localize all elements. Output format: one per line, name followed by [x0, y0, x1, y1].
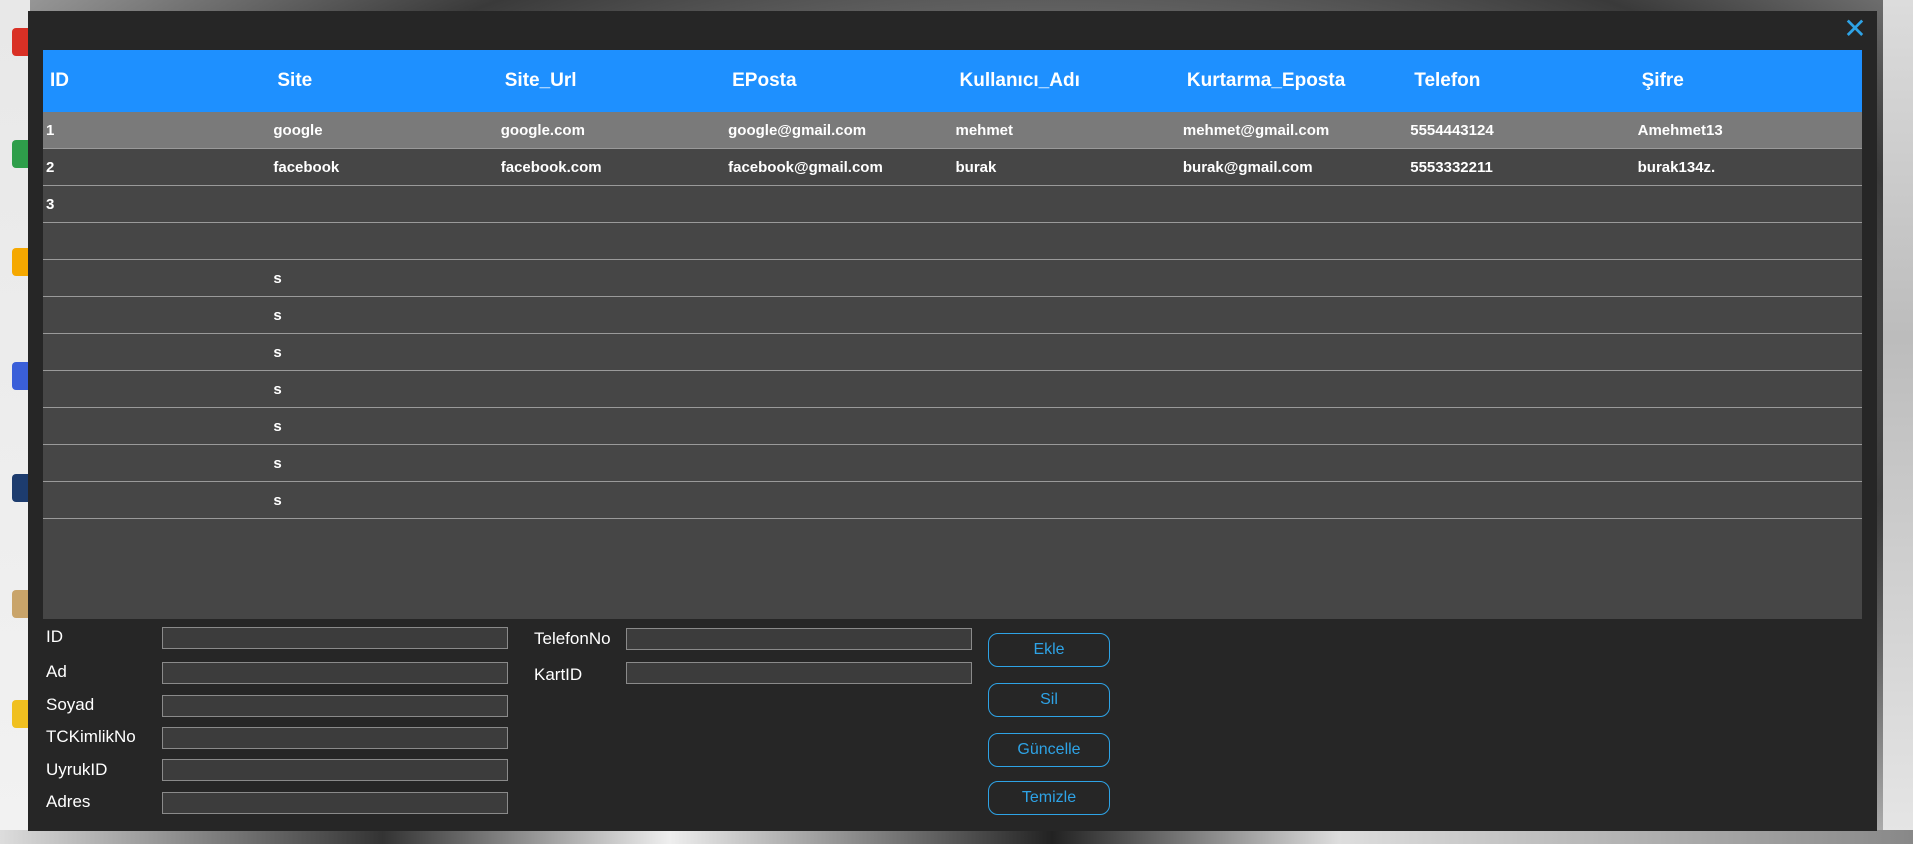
desktop-background-right [1883, 0, 1913, 844]
column-header[interactable]: Site [270, 70, 497, 92]
records-grid[interactable]: ID Site Site_Url EPosta Kullanıcı_Adı Kurtarm… [43, 50, 1862, 619]
table-row[interactable]: s [43, 297, 1862, 334]
table-cell[interactable]: s [270, 492, 497, 509]
ad-field[interactable] [162, 662, 508, 684]
table-row[interactable]: s [43, 482, 1862, 519]
table-row[interactable]: s [43, 371, 1862, 408]
table-cell[interactable]: s [270, 307, 497, 324]
table-cell[interactable]: google@gmail.com [725, 122, 952, 139]
table-cell[interactable]: burak134z. [1635, 159, 1862, 176]
table-cell[interactable]: burak [953, 159, 1180, 176]
table-cell[interactable]: 1 [43, 122, 270, 139]
taskbar-strip [0, 830, 1913, 844]
adres-field[interactable] [162, 792, 508, 814]
table-cell[interactable]: facebook [270, 159, 497, 176]
column-header[interactable]: Kullanıcı_Adı [953, 70, 1180, 92]
ad-label: Ad [46, 662, 67, 681]
column-header[interactable]: EPosta [725, 70, 952, 92]
kartid-label: KartID [534, 665, 583, 684]
kartid-field[interactable] [626, 662, 972, 684]
table-row[interactable]: 3 [43, 186, 1862, 223]
table-cell[interactable]: google.com [498, 122, 725, 139]
grid-body: 1 google google.com google@gmail.com mehmet m… [43, 112, 1862, 519]
column-header[interactable]: Telefon [1407, 70, 1634, 92]
table-cell[interactable]: s [270, 418, 497, 435]
tckimlikno-label: TCKimlikNo [46, 727, 136, 746]
table-cell[interactable]: s [270, 270, 497, 287]
uyrukid-label: UyrukID [46, 760, 108, 779]
temizle-button[interactable]: Temizle [988, 781, 1110, 815]
table-cell[interactable]: s [270, 344, 497, 361]
table-cell[interactable]: mehmet [953, 122, 1180, 139]
records-window: ✕ ID Site Site_Url EPosta Kullanıcı_Adı Kurta… [28, 11, 1877, 831]
soyad-field[interactable] [162, 695, 508, 717]
table-cell[interactable]: burak@gmail.com [1180, 159, 1407, 176]
column-header[interactable]: Kurtarma_Eposta [1180, 70, 1407, 92]
sil-button[interactable]: Sil [988, 683, 1110, 717]
telefonno-field[interactable] [626, 628, 972, 650]
soyad-label: Soyad [46, 695, 95, 714]
id-label: ID [46, 627, 63, 646]
desktop-background-left [0, 0, 32, 844]
grid-header: ID Site Site_Url EPosta Kullanıcı_Adı Kurtarm… [43, 50, 1862, 112]
close-icon[interactable]: ✕ [1841, 15, 1869, 43]
table-cell[interactable]: 2 [43, 159, 270, 176]
ekle-button[interactable]: Ekle [988, 633, 1110, 667]
column-header[interactable]: ID [43, 70, 270, 92]
table-row[interactable] [43, 223, 1862, 260]
telefonno-label: TelefonNo [534, 629, 611, 648]
table-cell[interactable]: 3 [43, 196, 270, 213]
table-row[interactable]: 2 facebook facebook.com facebook@gmail.com b… [43, 149, 1862, 186]
guncelle-button[interactable]: Güncelle [988, 733, 1110, 767]
table-row[interactable]: s [43, 334, 1862, 371]
table-cell[interactable]: s [270, 381, 497, 398]
column-header[interactable]: Şifre [1635, 70, 1862, 92]
id-field[interactable] [162, 627, 508, 649]
table-cell[interactable]: 5554443124 [1407, 122, 1634, 139]
table-cell[interactable]: s [270, 455, 497, 472]
table-cell[interactable]: google [270, 122, 497, 139]
table-row[interactable]: s [43, 408, 1862, 445]
table-row[interactable]: 1 google google.com google@gmail.com mehmet m… [43, 112, 1862, 149]
table-cell[interactable]: facebook.com [498, 159, 725, 176]
table-cell[interactable]: 5553332211 [1407, 159, 1634, 176]
table-cell[interactable]: mehmet@gmail.com [1180, 122, 1407, 139]
table-cell[interactable]: facebook@gmail.com [725, 159, 952, 176]
uyrukid-field[interactable] [162, 759, 508, 781]
table-row[interactable]: s [43, 260, 1862, 297]
column-header[interactable]: Site_Url [498, 70, 725, 92]
table-cell[interactable]: Amehmet13 [1635, 122, 1862, 139]
tckimlikno-field[interactable] [162, 727, 508, 749]
adres-label: Adres [46, 792, 91, 811]
table-row[interactable]: s [43, 445, 1862, 482]
